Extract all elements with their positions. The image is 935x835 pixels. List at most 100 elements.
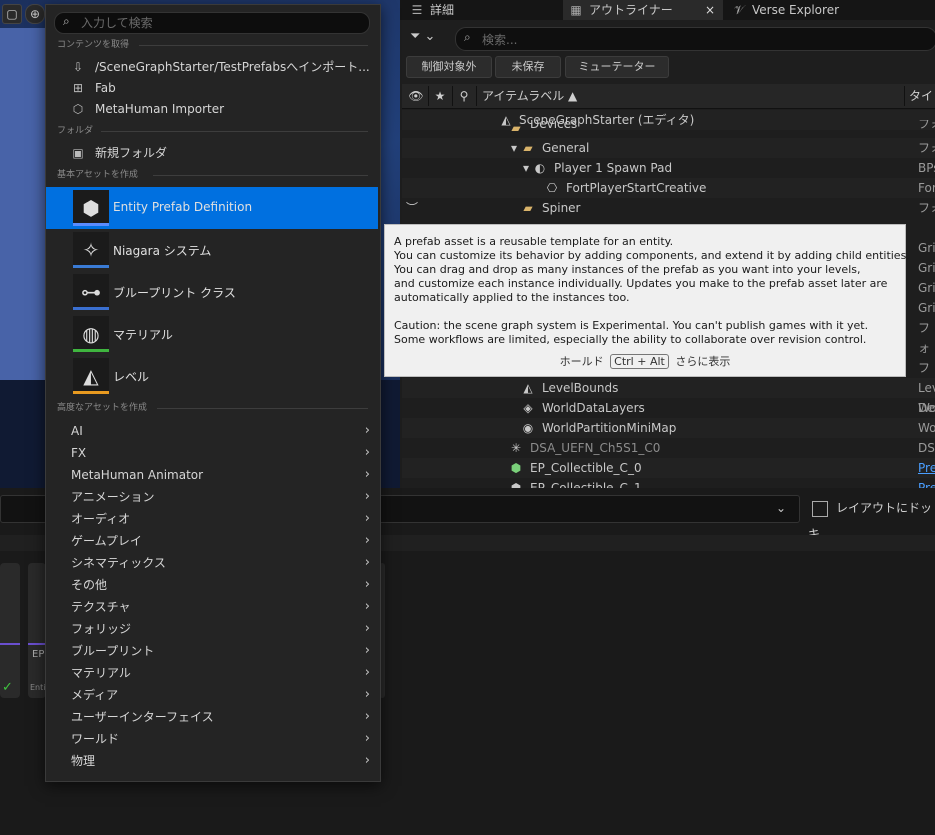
submenu-material[interactable]: マテリアル › xyxy=(46,662,378,684)
close-icon[interactable]: × xyxy=(705,0,715,20)
star-icon[interactable]: ★ xyxy=(432,84,448,108)
tooltip-line: You can customize its behavior by adding… xyxy=(394,249,910,262)
chevron-right-icon: › xyxy=(364,533,370,548)
outliner-search-input[interactable]: ⌕ 検索... xyxy=(455,27,935,51)
column-item-label[interactable]: アイテムラベル ▲ xyxy=(482,84,577,108)
menu-item-blueprint-class[interactable]: ⊶ ブループリント クラス xyxy=(46,271,378,313)
hold-label: ホールド xyxy=(559,355,604,368)
type-cell: Gri xyxy=(918,261,935,275)
chevron-down-icon[interactable]: ⌄ xyxy=(776,495,786,521)
submenu-fx[interactable]: FX › xyxy=(46,442,378,464)
tree-row[interactable]: ▰ Devices フォ xyxy=(402,120,935,136)
tree-row[interactable]: ⎔ FortPlayerStartCreative Fort xyxy=(402,178,935,198)
blueprint-thumbnail: ⊶ xyxy=(73,274,109,310)
submenu-gameplay[interactable]: ゲームプレイ › xyxy=(46,530,378,552)
menu-item-entity-prefab[interactable]: ⬢ Entity Prefab Definition xyxy=(46,187,378,229)
tree-row[interactable]: ✳ DSA_UEFN_Ch5S1_C0 DS xyxy=(402,438,935,458)
section-header: コンテンツを取得 xyxy=(57,38,368,52)
chevron-right-icon: › xyxy=(364,423,370,438)
menu-item-import[interactable]: ⇩ /SceneGraphStarter/TestPrefabsへインポート..… xyxy=(46,57,378,78)
chevron-right-icon: › xyxy=(364,599,370,614)
menu-item-fab[interactable]: ⊞ Fab xyxy=(46,78,378,99)
filter-icon: ⏷ xyxy=(410,29,421,44)
layers-icon: ◈ xyxy=(523,401,533,415)
asset-color-bar xyxy=(73,391,109,394)
submenu-cinematics[interactable]: シネマティックス › xyxy=(46,552,378,574)
chevron-right-icon: › xyxy=(364,665,370,680)
menu-search-field[interactable] xyxy=(79,14,363,32)
section-header: 高度なアセットを作成 xyxy=(57,401,368,415)
tooltip-line: You can drag and drop as many instances … xyxy=(394,263,861,276)
tab-outliner[interactable]: ▦ アウトライナー × xyxy=(563,0,723,20)
section-header: フォルダ xyxy=(57,124,368,138)
submenu-texture[interactable]: テクスチャ › xyxy=(46,596,378,618)
pin-icon[interactable]: ⚲ xyxy=(456,84,472,108)
chevron-right-icon: › xyxy=(364,445,370,460)
filter-uncontrolled-button[interactable]: 制御対象外 xyxy=(406,56,492,78)
menu-item-level[interactable]: ◭ レベル xyxy=(46,355,378,397)
globe-icon[interactable]: ⊕ xyxy=(25,4,45,24)
menu-item-niagara[interactable]: ✧ Niagara システム xyxy=(46,229,378,271)
submenu-other[interactable]: その他 › xyxy=(46,574,378,596)
section-title: 基本アセットを作成 xyxy=(57,170,138,180)
menu-item-metahuman-importer[interactable]: ⬡ MetaHuman Importer xyxy=(46,99,378,120)
chevron-right-icon: › xyxy=(364,467,370,482)
prefab-thumbnail: ⬢ xyxy=(73,190,109,226)
submenu-user-interface[interactable]: ユーザーインターフェイス › xyxy=(46,706,378,728)
chevron-right-icon: › xyxy=(364,731,370,746)
prefab-icon: ⬢ xyxy=(82,196,100,220)
level-thumbnail: ◭ xyxy=(73,358,109,394)
submenu-ai[interactable]: AI › xyxy=(46,420,378,442)
tree-row[interactable]: ▾ ◐ Player 1 Spawn Pad BPs xyxy=(402,158,935,178)
chevron-down-icon: ⌄ xyxy=(424,29,436,44)
tree-row[interactable]: ◈ WorldDataLayers Wo xyxy=(402,398,935,418)
submenu-foliage[interactable]: フォリッジ › xyxy=(46,618,378,640)
minimap-icon: ◉ xyxy=(522,421,534,435)
chevron-right-icon: › xyxy=(364,687,370,702)
prefab-tooltip: A prefab asset is a reusable template fo… xyxy=(384,224,910,377)
asset-color-bar xyxy=(73,223,109,226)
menu-item-new-folder[interactable]: ▣ 新規フォルダ xyxy=(46,143,378,164)
submenu-media[interactable]: メディア › xyxy=(46,684,378,706)
dock-layout-button[interactable]: レイアウトにドッキ xyxy=(808,495,935,541)
divider xyxy=(157,408,368,409)
visibility-eye-icon[interactable]: 👁 xyxy=(408,84,424,108)
asset-card[interactable]: ✓ xyxy=(0,563,20,698)
more-label: さらに表示 xyxy=(675,355,731,368)
submenu-physics[interactable]: 物理 › xyxy=(46,750,378,772)
eye-closed-icon[interactable]: ︶ xyxy=(404,198,420,218)
menu-item-material[interactable]: ◍ マテリアル xyxy=(46,313,378,355)
filter-dropdown[interactable]: ⏷ ⌄ xyxy=(410,29,448,49)
divider xyxy=(101,131,368,132)
submenu-world[interactable]: ワールド › xyxy=(46,728,378,750)
tree-row[interactable]: ▾ ▰ General フォ xyxy=(402,138,935,158)
search-icon: ⌕ xyxy=(464,30,471,44)
tooltip-line: Caution: the scene graph system is Exper… xyxy=(394,319,869,332)
submenu-audio[interactable]: オーディオ › xyxy=(46,508,378,530)
tree-row[interactable]: ⬢ EP_Collectible_C_1 Pre xyxy=(402,478,935,488)
asset-card[interactable]: EP Entit xyxy=(28,563,46,698)
tab-details[interactable]: ☰ 詳細 xyxy=(410,0,550,20)
card-label: EP xyxy=(32,649,45,660)
chevron-right-icon: › xyxy=(364,489,370,504)
tree-row[interactable]: ◉ WorldPartitionMiniMap Wo xyxy=(402,418,935,438)
submenu-blueprint[interactable]: ブループリント › xyxy=(46,640,378,662)
spawn-pad-icon: ◐ xyxy=(534,161,546,175)
filter-mutator-button[interactable]: ミューテーター xyxy=(565,56,669,78)
tree-row[interactable]: ◭ LevelBounds Lev xyxy=(402,378,935,398)
submenu-metahuman-animator[interactable]: MetaHuman Animator › xyxy=(46,464,378,486)
column-type[interactable]: タイプ xyxy=(909,84,935,127)
layout-icon xyxy=(812,500,828,517)
tree-row[interactable]: ⬢ EP_Collectible_C_0 Pre xyxy=(402,458,935,478)
entity-icon: ⬢ xyxy=(510,481,522,488)
tree-row[interactable]: ︶ ▰ Spiner フォ xyxy=(402,198,935,218)
tab-verse-explorer[interactable]: 𝒱 Verse Explorer xyxy=(732,0,932,20)
filter-unsaved-button[interactable]: 未保存 xyxy=(495,56,561,78)
viewport-menu-icon[interactable]: ▢ xyxy=(2,4,22,24)
menu-search-input[interactable]: ⌕ xyxy=(54,12,370,34)
chevron-right-icon: › xyxy=(364,709,370,724)
material-icon: ◍ xyxy=(82,322,100,346)
submenu-animation[interactable]: アニメーション › xyxy=(46,486,378,508)
col-sep xyxy=(428,86,429,106)
chevron-right-icon: › xyxy=(364,643,370,658)
